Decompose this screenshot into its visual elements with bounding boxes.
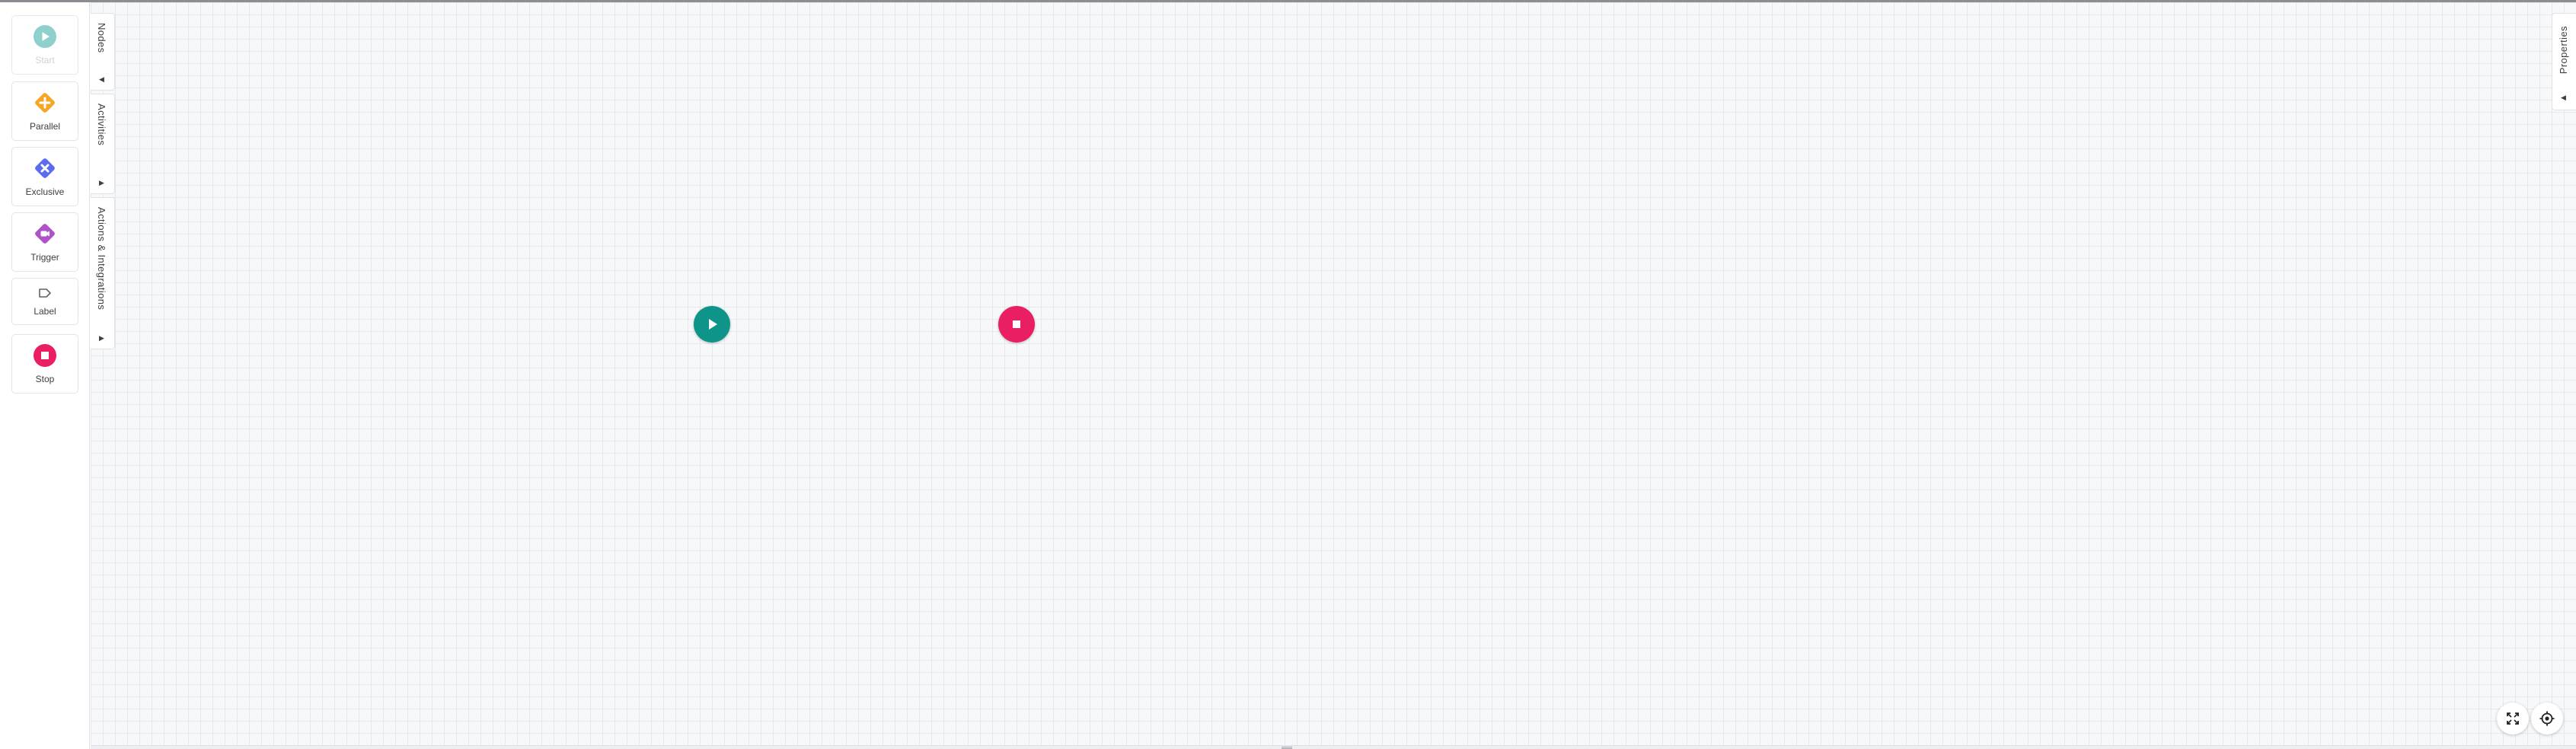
palette-item-label: Label bbox=[34, 306, 56, 317]
fit-view-button[interactable] bbox=[2497, 703, 2529, 735]
palette-item-stop[interactable]: Stop bbox=[11, 334, 78, 394]
tab-label: Activities bbox=[96, 104, 107, 146]
palette-item-parallel[interactable]: Parallel bbox=[11, 81, 78, 141]
expand-arrow-icon[interactable]: ▶ bbox=[99, 335, 104, 342]
tab-activities[interactable]: Activities ▶ bbox=[91, 94, 115, 194]
palette-item-label: Exclusive bbox=[25, 186, 65, 197]
tab-label: Nodes bbox=[96, 23, 107, 53]
parallel-gateway-icon bbox=[33, 91, 57, 115]
center-view-button[interactable] bbox=[2531, 703, 2563, 735]
stop-icon bbox=[1013, 320, 1020, 328]
palette-item-start: Start bbox=[11, 15, 78, 75]
start-node[interactable] bbox=[694, 306, 730, 343]
exclusive-gateway-icon bbox=[33, 156, 57, 180]
tab-actions-integrations[interactable]: Actions & Integrations ▶ bbox=[91, 197, 115, 349]
tab-label: Properties bbox=[2558, 26, 2569, 75]
palette-item-label: Start bbox=[35, 55, 55, 65]
tab-label: Actions & Integrations bbox=[96, 207, 107, 311]
canvas-bottom-bar bbox=[91, 745, 2576, 749]
workflow-canvas[interactable] bbox=[91, 2, 2576, 749]
tab-properties[interactable]: Properties ◀ bbox=[2552, 13, 2576, 110]
stop-node[interactable] bbox=[998, 306, 1035, 343]
expand-icon bbox=[2507, 712, 2519, 725]
locate-icon bbox=[2539, 711, 2555, 726]
workflow-editor: Start Parallel Exclusive Trigger Label S… bbox=[0, 0, 2576, 749]
palette-item-label: Parallel bbox=[29, 121, 61, 132]
palette-item-label-node[interactable]: Label bbox=[11, 278, 78, 325]
palette-item-label: Trigger bbox=[30, 252, 59, 263]
expand-arrow-icon[interactable]: ◀ bbox=[2561, 94, 2566, 102]
palette-item-trigger[interactable]: Trigger bbox=[11, 212, 78, 272]
tab-nodes[interactable]: Nodes ◀ bbox=[91, 13, 115, 91]
label-icon bbox=[33, 286, 57, 300]
palette-item-exclusive[interactable]: Exclusive bbox=[11, 147, 78, 206]
trigger-icon bbox=[33, 222, 57, 246]
node-palette: Start Parallel Exclusive Trigger Label S… bbox=[0, 2, 90, 749]
collapse-arrow-icon[interactable]: ◀ bbox=[99, 76, 104, 83]
palette-item-label: Stop bbox=[35, 374, 55, 384]
play-icon bbox=[709, 319, 717, 330]
expand-arrow-icon[interactable]: ▶ bbox=[99, 180, 104, 186]
play-icon bbox=[33, 24, 57, 49]
stop-icon bbox=[33, 343, 57, 368]
